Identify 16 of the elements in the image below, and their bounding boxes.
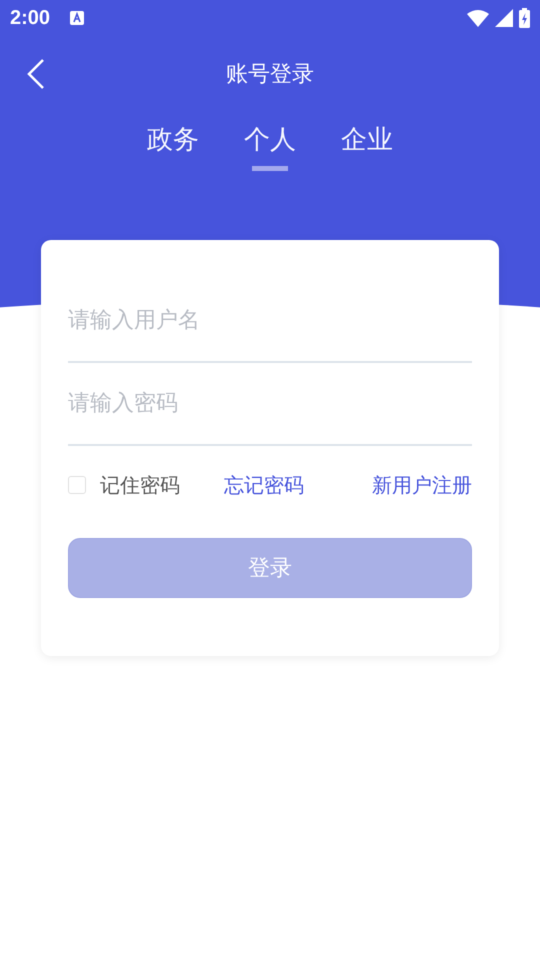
status-time: 2:00 — [10, 6, 50, 30]
login-type-tab[interactable]: 企业 — [341, 112, 393, 174]
battery-icon — [519, 8, 530, 28]
register-link[interactable]: 新用户注册 — [372, 472, 472, 498]
signal-icon — [495, 9, 513, 27]
login-type-tab[interactable]: 政务 — [147, 112, 199, 174]
login-type-tab[interactable]: 个人 — [244, 112, 296, 174]
username-field[interactable]: 请输入用户名 — [68, 280, 472, 363]
password-field[interactable]: 请输入密码 — [68, 363, 472, 446]
remember-label: 记住密码 — [100, 472, 180, 498]
forgot-password-link[interactable]: 忘记密码 — [224, 472, 304, 498]
page-title: 账号登录 — [226, 61, 314, 89]
notification-icon — [70, 11, 84, 25]
remember-checkbox[interactable] — [68, 476, 86, 494]
back-icon[interactable] — [26, 58, 46, 90]
wifi-icon — [467, 9, 489, 27]
